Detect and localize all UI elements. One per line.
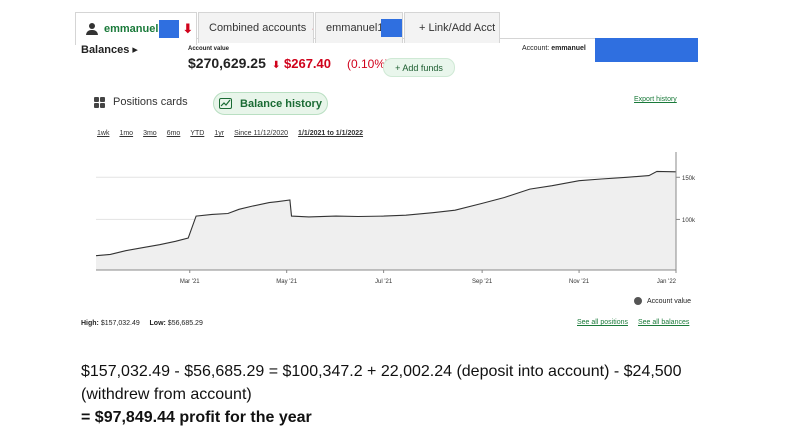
down-arrow-icon: ⬇ — [310, 20, 313, 36]
tab-label: emmanuel1 — [326, 22, 384, 34]
legend-label: Account value — [647, 297, 691, 305]
area-fill — [96, 171, 676, 270]
range-selector: 1wk 1mo 3mo 6mo YTD 1yr Since 11/12/2020… — [97, 130, 373, 137]
chart-legend: Account value — [634, 297, 691, 305]
x-tick-label: May '21 — [276, 279, 297, 285]
tab-link-add-account[interactable]: + Link/Add Acct — [404, 12, 500, 43]
calculation-line-1: $157,032.49 - $56,685.29 = $100,347.2 + … — [81, 363, 682, 380]
tab-label: emmanuel — [104, 23, 159, 35]
y-tick-label: 150k — [682, 176, 696, 182]
footer-links: See all positions See all balances — [567, 319, 689, 326]
account-label: Account: — [522, 45, 550, 52]
range-6mo[interactable]: 6mo — [167, 130, 181, 137]
line-chart-icon — [219, 98, 233, 109]
account-name: emmanuel — [551, 45, 586, 52]
chart-svg: 100k 150k Mar '21 May '21 Jul '21 Sep '21 Nov … — [95, 152, 696, 285]
down-arrow-icon: ⬇ — [272, 60, 281, 71]
account-value: $270,629.25 — [188, 55, 266, 71]
grid-icon — [94, 96, 105, 108]
x-tick-label: Jul '21 — [375, 279, 393, 285]
add-funds-button[interactable]: + Add funds — [383, 58, 455, 77]
down-arrow-icon: ⬇ — [182, 21, 194, 36]
balance-history-button[interactable]: Balance history — [213, 92, 328, 115]
redaction-box — [381, 19, 402, 37]
x-tick-label: Mar '21 — [180, 279, 200, 285]
range-ytd[interactable]: YTD — [190, 130, 204, 137]
calculation-result: = $97,849.44 profit for the year — [81, 409, 312, 426]
legend-dot — [634, 297, 642, 305]
account-value-label: Account value — [188, 46, 230, 52]
account-selector[interactable]: Account: emmanuel — [522, 45, 586, 52]
positions-cards-label: Positions cards — [113, 96, 188, 108]
range-1yr[interactable]: 1yr — [214, 130, 224, 137]
range-3mo[interactable]: 3mo — [143, 130, 157, 137]
x-tick-label: Nov '21 — [569, 279, 590, 285]
positions-cards-toggle[interactable]: Positions cards — [94, 96, 188, 108]
tab-label: Combined accounts — [209, 22, 307, 34]
redaction-box — [595, 38, 698, 62]
account-change: ⬇ $267.40 — [272, 56, 331, 71]
person-icon — [86, 23, 98, 35]
balance-history-label: Balance history — [240, 97, 322, 110]
balances-link[interactable]: Balances ▸ — [81, 43, 138, 56]
see-all-positions-link[interactable]: See all positions — [577, 319, 628, 326]
export-history-link[interactable]: Export history — [634, 96, 677, 103]
tab-emmanuel[interactable]: emmanuel ⬇ — [75, 12, 197, 45]
redaction-box — [159, 20, 180, 38]
y-tick-label: 100k — [682, 218, 696, 224]
x-tick-label: Sep '21 — [472, 279, 493, 285]
account-tabs: emmanuel ⬇ Combined accounts ⬇ emmanuel1… — [75, 6, 695, 45]
range-custom[interactable]: 1/1/2021 to 1/1/2022 — [298, 130, 363, 137]
see-all-balances-link[interactable]: See all balances — [638, 319, 689, 326]
tab-combined-accounts[interactable]: Combined accounts ⬇ — [198, 12, 314, 43]
range-1mo[interactable]: 1mo — [119, 130, 133, 137]
tab-emmanuel1[interactable]: emmanuel1 — [315, 12, 403, 43]
change-amount: $267.40 — [284, 56, 332, 71]
high-low-summary: High: $157,032.49 Low: $56,685.29 — [81, 320, 203, 327]
calculation-line-2: (withdrew from account) — [81, 386, 252, 403]
high-label: High: — [81, 320, 99, 327]
balance-history-chart[interactable]: 100k 150k Mar '21 May '21 Jul '21 Sep '21 Nov … — [95, 148, 696, 288]
range-1wk[interactable]: 1wk — [97, 130, 109, 137]
x-tick-label: Jan '22 — [657, 279, 677, 285]
low-label: Low: — [149, 320, 166, 327]
tab-label: + Link/Add Acct — [419, 22, 496, 34]
range-since-inception[interactable]: Since 11/12/2020 — [234, 130, 288, 137]
low-value: $56,685.29 — [167, 320, 203, 327]
high-value: $157,032.49 — [100, 320, 140, 327]
